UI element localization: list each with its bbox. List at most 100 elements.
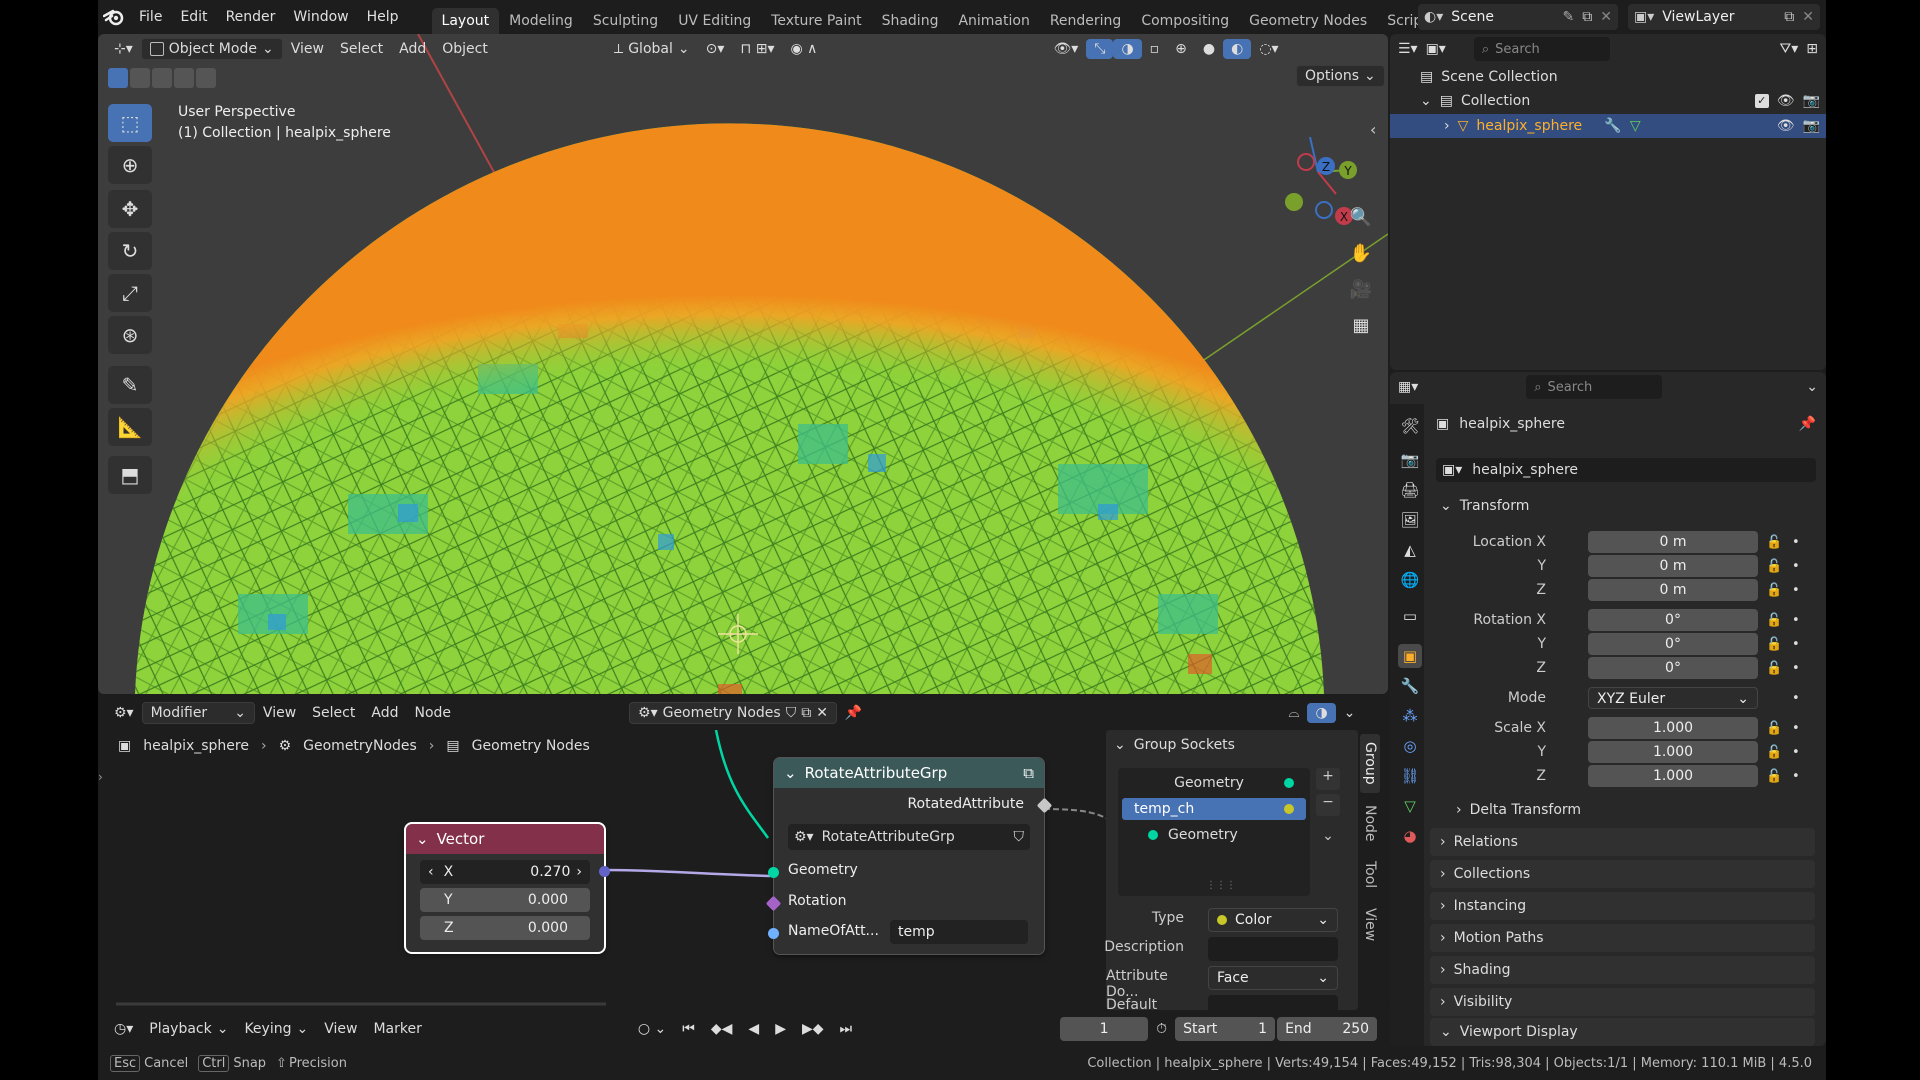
modifier-wrench-icon[interactable]: 🔧 [1604,118,1621,134]
jump-start-icon[interactable]: ⏮ [674,1019,703,1039]
group-sockets-header[interactable]: ⌄ Group Sockets [1106,730,1358,760]
select-subtract-icon[interactable] [152,68,172,88]
select-extend-icon[interactable] [130,68,150,88]
measure-tool-icon[interactable]: 📐 [108,408,152,446]
lock-icon[interactable]: 🔓 [1766,613,1782,628]
timeline-menu-view[interactable]: View [316,1019,365,1039]
delta-transform-panel-header[interactable]: › Delta Transform [1446,796,1815,824]
vector-node[interactable]: ⌄ Vector ‹ X 0.270 › Y 0.000 Z 0.000 [404,822,610,954]
outliner[interactable]: ☰▾ ▣▾ ⌕ Search ⛛▾ ⊞ ▤ Scene Collection ⌄ ▤… [1390,34,1826,370]
chevron-right-icon[interactable]: › [1444,118,1450,134]
shield-icon[interactable]: ⛉ [786,705,797,721]
visibility-panel-header[interactable]: › Visibility [1430,988,1815,1016]
vector-y-field[interactable]: Y 0.000 [420,888,590,912]
location-z-field[interactable]: 0 m [1588,579,1758,601]
camera-view-icon[interactable]: 🎥 [1344,272,1378,306]
viewport-menu-view[interactable]: View [283,39,332,59]
scale-tool-icon[interactable]: ⤢ [108,274,152,312]
rotation-mode-dropdown[interactable]: XYZ Euler ⌄ [1588,687,1758,709]
chevron-left-icon[interactable]: ‹ [428,864,434,880]
transform-tool-icon[interactable]: ⊛ [108,316,152,354]
editor-mode-dropdown[interactable]: Modifier ⌄ [141,702,255,724]
location-x-field[interactable]: 0 m [1588,531,1758,553]
pan-hand-icon[interactable]: ✋ [1344,236,1378,270]
add-socket-icon[interactable]: + [1316,768,1340,790]
view-layer-tab-icon[interactable]: 🖼 [1398,508,1422,532]
socket-item-geometry-input[interactable]: Geometry [1122,824,1306,846]
tab-compositing[interactable]: Compositing [1131,8,1239,34]
current-frame-field[interactable]: 1 [1060,1017,1149,1041]
lock-icon[interactable]: 🔓 [1766,721,1782,736]
vector-x-field[interactable]: ‹ X 0.270 › [420,860,590,884]
tool-tab-icon[interactable]: 🛠 [1398,414,1422,438]
properties-editor[interactable]: ▦▾ ⌕ Search ⌄ 🛠 📷 🖨 🖼 ◭ 🌐 ▭ ▣ 🔧 ⁂ ◎ ⛓ ▽ ◕… [1390,372,1826,1046]
end-frame-field[interactable]: End 250 [1277,1017,1378,1041]
outliner-row-collection[interactable]: ⌄ ▤ Collection ✓ 👁 📷 [1420,90,1820,112]
rendered-shading-icon[interactable]: ◌▾ [1251,39,1286,59]
mode-dropdown[interactable]: Object Mode ⌄ [140,38,283,60]
socket-item-temp-ch[interactable]: temp_ch [1122,798,1306,820]
rotation-y-field[interactable]: 0° [1588,633,1758,655]
keyframe-dot-icon[interactable]: • [1792,637,1800,652]
name-of-attribute-input[interactable]: temp [890,920,1028,944]
select-intersect-icon[interactable] [196,68,216,88]
geometry-node-editor[interactable]: ⚙▾ Modifier ⌄ View Select Add Node ⚙▾ Geom… [98,696,1388,1010]
socket-item-geometry-output[interactable]: Geometry [1122,772,1306,794]
keyframe-dot-icon[interactable]: • [1792,613,1800,628]
collections-panel-header[interactable]: › Collections [1430,860,1815,888]
timeline-menu-keying[interactable]: Keying ⌄ [236,1019,316,1039]
timeline-menu-playback[interactable]: Playback ⌄ [141,1019,236,1039]
camera-icon[interactable]: 📷 [1803,93,1820,109]
menu-window[interactable]: Window [284,0,357,34]
camera-icon[interactable]: 📷 [1803,118,1820,134]
chevron-down-icon[interactable]: ⌄ [1806,379,1818,395]
resize-handle-icon[interactable]: ⋮⋮⋮ [1206,880,1236,891]
cursor-tool-icon[interactable]: ⊕ [108,146,152,184]
remove-socket-icon[interactable]: − [1316,794,1340,816]
select-invert-icon[interactable] [174,68,194,88]
render-tab-icon[interactable]: 📷 [1398,448,1422,472]
chevron-down-icon[interactable]: ⌄ [1420,93,1432,109]
tab-texture-paint[interactable]: Texture Paint [761,8,871,34]
solid-shading-icon[interactable]: ● [1195,39,1223,59]
keyframe-dot-icon[interactable]: • [1792,721,1800,736]
play-reverse-icon[interactable]: ◀ [740,1019,767,1039]
zoom-icon[interactable]: 🔍 [1344,200,1378,234]
lock-icon[interactable]: 🔓 [1766,769,1782,784]
tab-modeling[interactable]: Modeling [499,8,583,34]
lock-icon[interactable]: 🔓 [1766,745,1782,760]
pin-icon[interactable]: 📌 [1799,416,1816,432]
stopwatch-icon[interactable]: ⏱ [1148,1019,1175,1039]
menu-render[interactable]: Render [217,0,285,34]
group-datablock-selector[interactable]: ⚙▾ RotateAttributeGrp ⛉ [788,824,1030,850]
keyframe-dot-icon[interactable]: • [1792,583,1800,598]
material-shading-icon[interactable]: ◐ [1223,39,1252,59]
rotation-z-field[interactable]: 0° [1588,657,1758,679]
move-tool-icon[interactable]: ✥ [108,190,152,228]
vector-z-field[interactable]: Z 0.000 [420,916,590,940]
eye-icon[interactable]: 👁 [1777,93,1795,109]
play-icon[interactable]: ▶ [767,1019,794,1039]
scale-y-field[interactable]: 1.000 [1588,741,1758,763]
lock-icon[interactable]: 🔓 [1766,559,1782,574]
description-input[interactable] [1208,937,1338,961]
scene-selector[interactable]: ◐▾ Scene ✎ ⧉ ✕ [1418,4,1618,30]
instancing-panel-header[interactable]: › Instancing [1430,892,1815,920]
viewport-display-panel-header[interactable]: ⌄ Viewport Display [1430,1018,1815,1046]
menu-file[interactable]: File [130,0,171,34]
close-icon[interactable]: ✕ [816,705,828,721]
rotate-tool-icon[interactable]: ↻ [108,232,152,270]
mesh-data-icon[interactable]: ▽ [1630,118,1769,134]
add-cube-tool-icon[interactable]: ⬒ [108,456,152,494]
visibility-icon[interactable]: 👁▾ [1045,39,1086,59]
keyframe-dot-icon[interactable]: • [1792,535,1800,550]
transform-panel-header[interactable]: ⌄ Transform [1430,492,1815,520]
keyframe-dot-icon[interactable]: • [1792,769,1800,784]
mesh-data-tab-icon[interactable]: ▽ [1398,794,1422,818]
location-y-field[interactable]: 0 m [1588,555,1758,577]
object-datablock-field[interactable]: ▣▾ healpix_sphere [1436,458,1816,482]
default-attribute-input[interactable] [1208,995,1338,1010]
proportional-edit-icon[interactable]: ◉ ∧ [783,39,826,59]
node-menu-select[interactable]: Select [304,703,363,723]
shield-icon[interactable]: ⛉ [1014,829,1025,845]
